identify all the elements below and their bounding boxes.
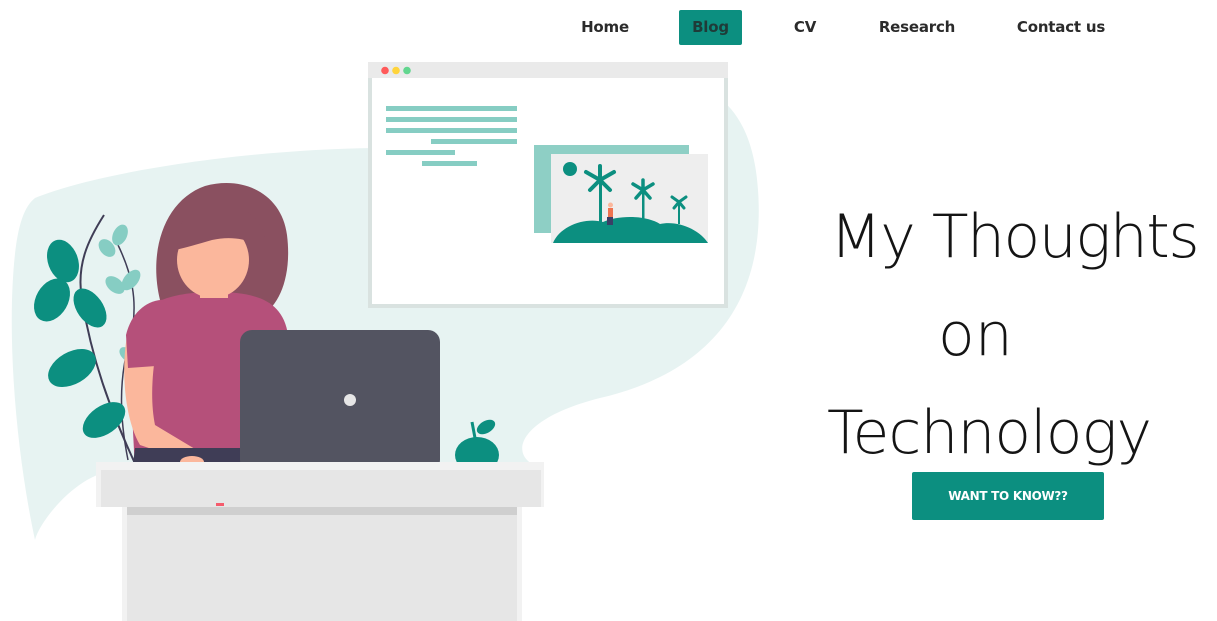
page: Home Blog CV Research Contact us My Thou… (0, 0, 1217, 621)
hero-title: My Thoughts on Technology (824, 188, 1217, 482)
main-nav: Home Blog CV Research Contact us (0, 0, 1217, 56)
hero-illustration (11, 62, 759, 621)
hero-title-line: My Thoughts (830, 202, 1200, 272)
nav-item-blog[interactable]: Blog (679, 10, 742, 45)
nav-item-contact-us[interactable]: Contact us (1007, 10, 1115, 45)
nav-item-research[interactable]: Research (868, 10, 966, 45)
nav-item-cv[interactable]: CV (785, 10, 825, 45)
hero-title-line: Technology (827, 398, 1152, 468)
browser-window-illustration (368, 62, 728, 308)
nav-item-home[interactable]: Home (570, 10, 640, 45)
want-to-know-button[interactable]: WANT TO KNOW?? (912, 472, 1104, 520)
hero-title-line: on (938, 300, 1013, 370)
desk-illustration (96, 462, 544, 621)
